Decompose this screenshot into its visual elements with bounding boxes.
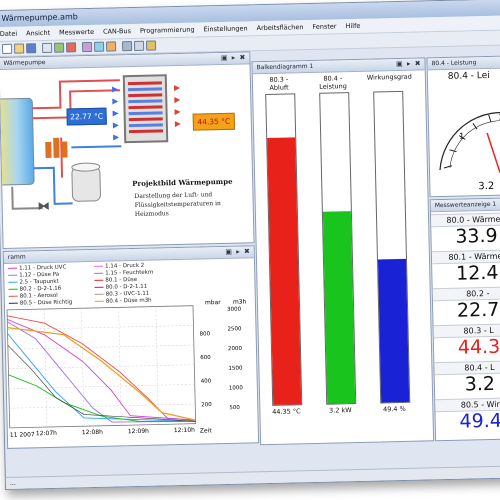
menu-item-hilfe[interactable]: Hilfe — [345, 22, 360, 30]
help-icon[interactable] — [145, 40, 157, 51]
menu-item-ansicht[interactable]: Ansicht — [26, 29, 50, 38]
panel-title: 80.4 - Leistung — [431, 59, 477, 68]
condenser-coils — [127, 81, 164, 134]
line-chart-panel: ramm ▣ ▸ ✖ 1.11 - Druck UVC 1.12 - Düse Pa… — [2, 245, 260, 449]
window-title: Wärmepumpe.amb — [1, 12, 78, 23]
value-reading: 12.4 — [455, 261, 499, 285]
print-icon[interactable] — [41, 42, 53, 54]
bar-fill — [377, 258, 410, 403]
bar-label: Wirkungsgrad — [366, 72, 412, 82]
y-tick-label: 1500 — [228, 366, 243, 372]
zoom-icon[interactable] — [121, 41, 133, 52]
menu-item-datei[interactable]: Datei — [0, 30, 17, 38]
bar-label: 80.4 - Leistung — [319, 74, 347, 91]
schema-panel: Wärmepumpe ▣ ▸ ✖ 22.77 °C 44.35 °C Proje… — [0, 51, 255, 250]
y-tick-label: 600 — [200, 355, 211, 361]
heat-pump-diagram — [0, 74, 181, 211]
x-tick-label: 12:08h — [82, 429, 103, 436]
y-tick-label: 800 — [200, 331, 211, 337]
x-unit: Zeit — [199, 427, 212, 435]
panel-header: Balkendiagramm 1 ▣ ▸ ✖ — [252, 58, 425, 75]
play-icon[interactable] — [53, 42, 65, 53]
schema-desc-3: Heizmodus — [134, 210, 169, 218]
y-tick-label: 1000 — [229, 385, 244, 391]
bar-value: 49.4 % — [382, 404, 406, 414]
bar-fill — [267, 137, 302, 405]
panel-header: Messwerteanzeige 1 — [430, 198, 500, 213]
y-tick-label: 3000 — [227, 307, 242, 313]
status-bar: ... — [5, 465, 500, 489]
gauge-tick-1: 1 — [459, 131, 465, 141]
x-tick-label: 12:09h — [128, 428, 149, 435]
gauge-panel: 80.4 - Leistung 80.4 - Lei 1 2 3.2 — [426, 55, 500, 198]
bar-label: 80.3 - Abluft — [269, 75, 289, 92]
bar-value: 3.2 kW — [328, 406, 352, 415]
value-reading: 49.4 — [459, 409, 500, 433]
panel-controls[interactable]: ▣ ▸ ✖ — [396, 58, 422, 70]
x-date: 11 2007 — [9, 431, 35, 439]
status-text: ... — [9, 479, 16, 487]
bar-track — [373, 90, 411, 404]
value-reading: 33.9 — [455, 224, 498, 248]
main-window: Wärmepumpe.amb Datei Ansicht Messwerte CAN-… — [0, 0, 500, 491]
line-plot: 3000 2500 2000 1500 1000 500 800 600 400 200 12:07… — [6, 305, 244, 437]
y-tick-label: 500 — [229, 405, 240, 411]
y-tick-label: 2500 — [227, 326, 242, 332]
temp-left-badge: 22.77 °C — [66, 107, 107, 126]
bar-fill — [322, 211, 356, 404]
panel-title: Wärmepumpe — [3, 58, 46, 67]
save-icon[interactable] — [25, 43, 37, 54]
panel-title: Messwerteanzeige 1 — [434, 200, 497, 210]
chart-icon[interactable] — [93, 41, 105, 52]
gauge-value: 3.2 — [478, 180, 495, 193]
y-tick-label: 200 — [201, 402, 212, 408]
new-icon[interactable] — [1, 43, 13, 54]
value-reading: 22.7 — [456, 298, 500, 322]
value-reading: 3.2 — [464, 372, 496, 396]
settings-icon[interactable] — [81, 41, 93, 53]
menu-item-can-bus[interactable]: CAN-Bus — [103, 27, 131, 36]
stop-icon[interactable] — [65, 42, 77, 53]
y-tick-label: 2000 — [228, 346, 243, 352]
bar-chart-panel: Balkendiagramm 1 ▣ ▸ ✖ 80.3 - Abluft 44.35… — [251, 57, 435, 446]
y-tick-label: 400 — [201, 378, 212, 384]
panel-controls[interactable]: ▣ ▸ ✖ — [221, 52, 247, 64]
x-tick-label: 12:07h — [36, 430, 57, 437]
table-icon[interactable] — [105, 41, 117, 52]
bar-value: 44.35 °C — [272, 407, 301, 416]
menu-item-fenster[interactable]: Fenster — [312, 22, 336, 31]
grid-icon[interactable] — [133, 40, 145, 51]
value-display-panel: Messwerteanzeige 1 80.0 - Wärmeti 33.9 80.… — [429, 197, 500, 442]
menu-item-messwerte[interactable]: Messwerte — [59, 28, 94, 37]
bar-track — [265, 93, 303, 406]
x-tick-label: 12:10h — [174, 427, 195, 434]
menu-item-programmierung[interactable]: Programmierung — [140, 26, 195, 35]
open-folder-icon[interactable] — [13, 43, 25, 54]
menu-item-arbeitsflaechen[interactable]: Arbeitsflächen — [257, 23, 304, 32]
panel-title: Balkendiagramm 1 — [256, 62, 314, 72]
bar-track — [319, 92, 357, 405]
temp-right-badge: 44.35 °C — [192, 112, 236, 131]
gauge-needle — [486, 132, 500, 173]
panel-header: 80.4 - Leistung — [427, 56, 500, 71]
value-reading: 44.3 — [457, 335, 500, 359]
menu-item-einstellungen[interactable]: Einstellungen — [203, 24, 247, 33]
